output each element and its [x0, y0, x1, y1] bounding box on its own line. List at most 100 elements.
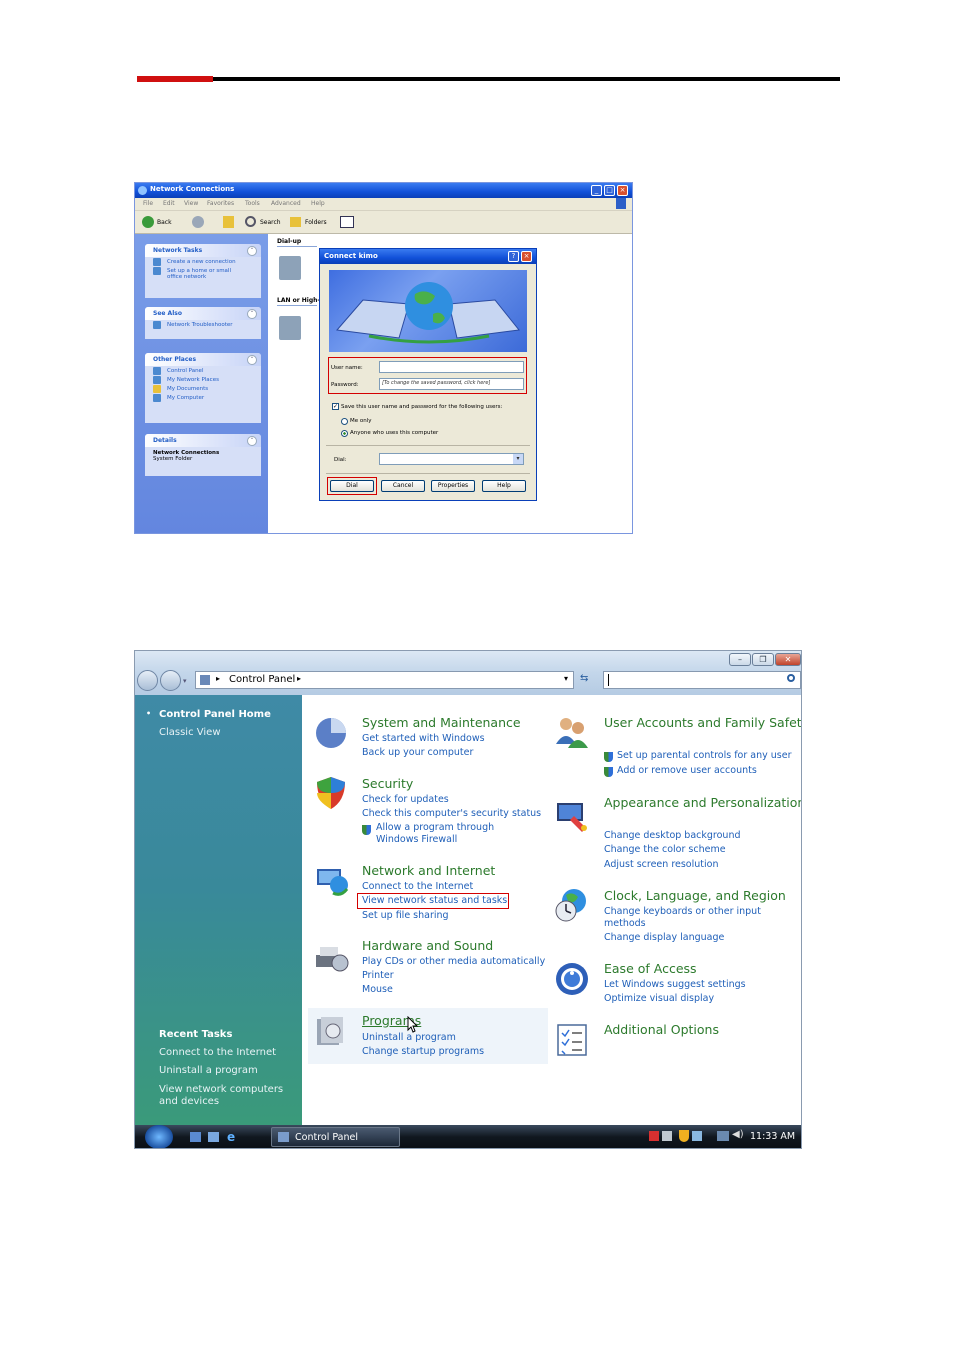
see-also-header[interactable]: See Also ˄: [145, 307, 261, 320]
link-file-sharing[interactable]: Set up file sharing: [362, 910, 449, 921]
history-chevron-icon[interactable]: ▾: [183, 677, 187, 685]
link-parental-controls[interactable]: Set up parental controls for any user: [617, 750, 792, 761]
cancel-button[interactable]: Cancel: [381, 480, 425, 492]
up-folder-icon[interactable]: [223, 216, 234, 228]
recent-task-link[interactable]: Connect to the Internet: [159, 1047, 276, 1058]
internet-explorer-icon[interactable]: e: [227, 1130, 235, 1144]
minimize-button[interactable]: _: [591, 185, 602, 196]
chevron-down-icon[interactable]: ▾: [513, 454, 523, 464]
dial-number-select[interactable]: ▾: [379, 453, 524, 465]
link-color-scheme[interactable]: Change the color scheme: [604, 844, 726, 855]
help-button[interactable]: Help: [482, 480, 526, 492]
menu-file[interactable]: File: [143, 200, 153, 207]
link-printer[interactable]: Printer: [362, 970, 394, 981]
search-icon[interactable]: [787, 674, 795, 682]
category-network-internet[interactable]: Network and Internet: [362, 863, 495, 878]
tray-app-icon[interactable]: [662, 1131, 672, 1141]
lan-connection-icon[interactable]: [279, 316, 301, 340]
link-mouse[interactable]: Mouse: [362, 984, 393, 995]
save-credentials-checkbox[interactable]: ✓: [332, 403, 339, 410]
category-additional-options[interactable]: Additional Options: [604, 1022, 719, 1037]
close-button[interactable]: ✕: [775, 653, 801, 666]
category-user-accounts[interactable]: User Accounts and Family Safety: [604, 715, 801, 730]
link-screen-resolution[interactable]: Adjust screen resolution: [604, 859, 718, 870]
network-tasks-header[interactable]: Network Tasks ˄: [145, 244, 261, 257]
link-desktop-background[interactable]: Change desktop background: [604, 830, 741, 841]
window-titlebar[interactable]: Network Connections _ □ ×: [135, 183, 632, 198]
dialog-titlebar[interactable]: Connect kimo ? ×: [320, 249, 536, 264]
breadcrumb-arrow-icon[interactable]: ▸: [216, 674, 220, 683]
category-clock-region[interactable]: Clock, Language, and Region: [604, 888, 786, 903]
category-hardware-sound[interactable]: Hardware and Sound: [362, 938, 493, 953]
link-autoplay[interactable]: Play CDs or other media automatically: [362, 956, 545, 967]
dialog-close-button[interactable]: ×: [521, 251, 532, 262]
link-user-accounts[interactable]: Add or remove user accounts: [617, 765, 757, 776]
create-connection-link[interactable]: Create a new connection: [145, 257, 261, 266]
other-places-header[interactable]: Other Places ˄: [145, 353, 261, 366]
views-icon[interactable]: [340, 216, 354, 228]
control-panel-link[interactable]: Control Panel: [145, 366, 261, 375]
search-input[interactable]: [603, 671, 801, 689]
details-header[interactable]: Details ˄: [145, 434, 261, 447]
link-check-updates[interactable]: Check for updates: [362, 794, 449, 805]
search-button[interactable]: Search: [260, 219, 281, 226]
tray-app-icon[interactable]: [649, 1131, 659, 1141]
link-security-status[interactable]: Check this computer's security status: [362, 808, 541, 819]
menu-favorites[interactable]: Favorites: [207, 200, 234, 207]
my-computer-link[interactable]: My Computer: [145, 393, 261, 402]
category-security[interactable]: Security: [362, 776, 413, 791]
network-tray-icon[interactable]: [717, 1131, 729, 1141]
link-startup-programs[interactable]: Change startup programs: [362, 1046, 484, 1057]
menu-help[interactable]: Help: [311, 200, 325, 207]
start-orb-icon[interactable]: [145, 1125, 173, 1148]
folders-icon[interactable]: [290, 217, 301, 227]
link-suggest-settings[interactable]: Let Windows suggest settings: [604, 979, 746, 990]
back-arrow-icon[interactable]: [142, 216, 154, 228]
link-uninstall-program[interactable]: Uninstall a program: [362, 1032, 456, 1043]
collapse-icon[interactable]: ˄: [247, 436, 257, 446]
category-appearance[interactable]: Appearance and Personalization: [604, 795, 801, 810]
folders-button[interactable]: Folders: [305, 219, 327, 226]
clock[interactable]: 11:33 AM: [750, 1131, 795, 1142]
forward-button[interactable]: [160, 670, 181, 691]
switch-windows-icon[interactable]: [208, 1132, 219, 1142]
my-network-places-link[interactable]: My Network Places: [145, 375, 261, 384]
link-back-up[interactable]: Back up your computer: [362, 747, 473, 758]
anyone-radio[interactable]: [341, 430, 348, 437]
my-documents-link[interactable]: My Documents: [145, 384, 261, 393]
menu-edit[interactable]: Edit: [163, 200, 175, 207]
collapse-icon[interactable]: ˄: [247, 246, 257, 256]
chevron-down-icon[interactable]: ▾: [564, 674, 568, 683]
back-button[interactable]: [137, 670, 158, 691]
home-network-link[interactable]: Set up a home or small office network: [145, 266, 247, 281]
volume-icon[interactable]: ◀): [732, 1129, 744, 1140]
taskbar-window-button[interactable]: Control Panel: [271, 1127, 400, 1147]
me-only-radio[interactable]: [341, 418, 348, 425]
recent-task-link[interactable]: Uninstall a program: [159, 1065, 258, 1076]
dialog-help-button[interactable]: ?: [508, 251, 519, 262]
maximize-button[interactable]: □: [604, 185, 615, 196]
security-alert-icon[interactable]: [679, 1130, 689, 1142]
dialup-connection-icon[interactable]: [279, 256, 301, 280]
troubleshooter-link[interactable]: Network Troubleshooter: [145, 320, 261, 329]
menu-view[interactable]: View: [184, 200, 198, 207]
forward-arrow-icon[interactable]: [192, 216, 204, 228]
link-get-started[interactable]: Get started with Windows: [362, 733, 485, 744]
link-optimize-display[interactable]: Optimize visual display: [604, 993, 714, 1004]
control-panel-home-link[interactable]: Control Panel Home: [159, 709, 271, 720]
breadcrumb[interactable]: Control Panel: [229, 674, 295, 685]
properties-button[interactable]: Properties: [431, 480, 475, 492]
restore-button[interactable]: ❐: [752, 653, 774, 666]
classic-view-link[interactable]: Classic View: [159, 727, 221, 738]
search-icon[interactable]: [245, 216, 256, 227]
back-button[interactable]: Back: [157, 219, 172, 226]
show-desktop-icon[interactable]: [190, 1132, 201, 1142]
close-button[interactable]: ×: [617, 185, 628, 196]
recent-task-link[interactable]: View network computers and devices: [159, 1084, 291, 1108]
menu-tools[interactable]: Tools: [245, 200, 260, 207]
link-allow-firewall[interactable]: Allow a program through Windows Firewall: [376, 822, 536, 846]
link-change-keyboards[interactable]: Change keyboards or other input methods: [604, 906, 764, 930]
minimize-button[interactable]: –: [729, 653, 751, 666]
collapse-icon[interactable]: ˄: [247, 309, 257, 319]
category-ease-of-access[interactable]: Ease of Access: [604, 961, 697, 976]
